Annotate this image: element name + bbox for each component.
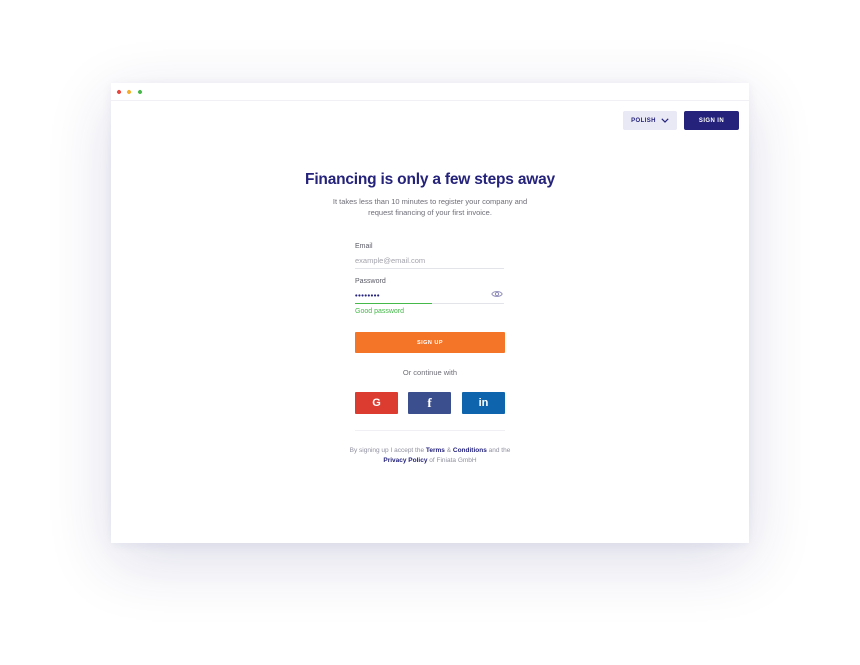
password-label: Password [355, 278, 386, 285]
conditions-link[interactable]: Conditions [453, 447, 487, 454]
terms-suffix: of Finiata GmbH [429, 457, 477, 464]
chevron-down-icon [661, 118, 669, 123]
window-titlebar [111, 83, 749, 101]
facebook-icon: f [427, 395, 432, 410]
terms-prefix: By signing up I accept the [349, 447, 425, 454]
sign-in-button[interactable]: SIGN IN [684, 111, 739, 130]
page-title: Financing is only a few steps away [305, 171, 555, 188]
privacy-policy-link[interactable]: Privacy Policy [383, 457, 427, 464]
continue-with-text: Or continue with [402, 368, 458, 377]
google-icon: G [372, 397, 381, 409]
password-field[interactable] [355, 289, 504, 301]
terms-and-the: and the [488, 447, 511, 454]
page-subtitle: It takes less than 10 minutes to registe… [332, 197, 528, 217]
linkedin-signin-button[interactable]: in [462, 392, 505, 414]
terms-notice: By signing up I accept the Terms & Condi… [341, 446, 519, 466]
minimize-window-dot[interactable] [126, 89, 132, 95]
linkedin-icon: in [478, 397, 489, 409]
browser-window: POLISH SIGN IN Financing is only a few s… [111, 83, 749, 543]
email-field[interactable] [355, 254, 504, 266]
password-strength-text: Good password [355, 308, 405, 315]
password-strength-bar [355, 303, 433, 304]
google-signin-button[interactable]: G [355, 392, 398, 414]
language-selector[interactable]: POLISH [623, 111, 677, 130]
facebook-signin-button[interactable]: f [408, 392, 451, 414]
divider [355, 430, 505, 431]
terms-link[interactable]: Terms [426, 447, 445, 454]
terms-amp: & [446, 447, 452, 454]
close-window-dot[interactable] [116, 89, 122, 95]
maximize-window-dot[interactable] [137, 89, 143, 95]
sign-up-button[interactable]: SIGN UP [355, 332, 505, 353]
language-label: POLISH [631, 117, 656, 124]
email-underline [355, 268, 504, 269]
email-label: Email [355, 243, 373, 250]
eye-icon[interactable] [491, 289, 503, 299]
